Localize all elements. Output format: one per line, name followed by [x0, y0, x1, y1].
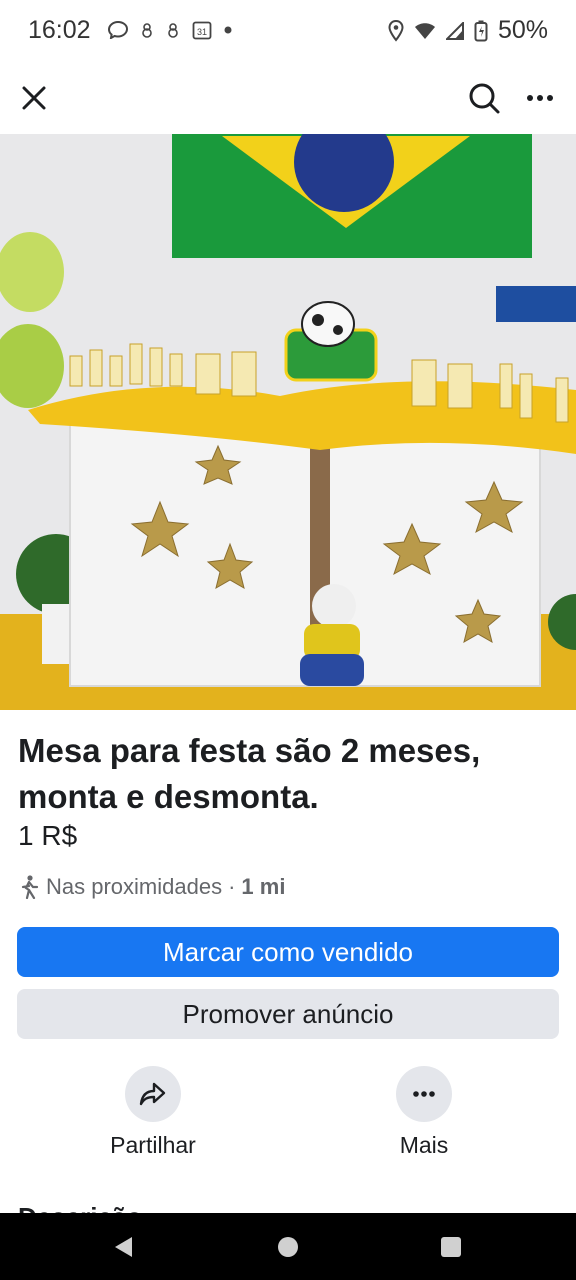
search-icon [469, 83, 500, 114]
more-action[interactable]: Mais [344, 1066, 504, 1159]
calendar-icon: 31 [192, 21, 212, 40]
calendar-day: 31 [197, 27, 207, 37]
promote-listing-button[interactable]: Promover anúncio [17, 989, 559, 1039]
candy-stand [496, 286, 576, 322]
status-bar: 16:02 31 50% [0, 0, 576, 64]
listing-location: Nas proximidades · 1 mi [18, 874, 285, 900]
home-icon[interactable] [278, 1237, 298, 1257]
listing-price: 1 R$ [18, 820, 78, 851]
close-icon [22, 86, 46, 110]
location-text: Nas proximidades [46, 874, 223, 899]
share-button[interactable] [125, 1066, 181, 1122]
location-distance: 1 mi [241, 874, 286, 899]
battery-level: 50% [497, 16, 548, 44]
search-button[interactable] [466, 80, 502, 116]
notification-icons: 31 [108, 20, 232, 40]
more-options-button[interactable] [522, 80, 558, 116]
more-icon [527, 95, 553, 101]
back-icon[interactable] [112, 1235, 134, 1259]
share-action[interactable]: Partilhar [73, 1066, 233, 1159]
close-button[interactable] [16, 80, 52, 116]
app-bar [0, 64, 576, 134]
system-nav-bar [0, 1213, 576, 1280]
wifi-icon [414, 22, 435, 39]
more-label: Mais [399, 1132, 449, 1158]
dot-icon [224, 26, 232, 34]
listing-photo[interactable] [0, 134, 576, 710]
location-separator: · [228, 874, 236, 899]
bug-icon [168, 23, 178, 38]
walking-icon [21, 875, 39, 899]
bug-icon [142, 23, 152, 38]
status-time: 16:02 [28, 16, 91, 44]
status-right: 50% [388, 16, 548, 45]
messenger-icon [108, 21, 128, 39]
share-label: Partilhar [110, 1132, 196, 1158]
battery-icon [474, 20, 488, 41]
signal-icon [445, 21, 464, 40]
listing-title: Mesa para festa são 2 meses, monta e des… [18, 732, 481, 815]
listing-photo-art [0, 134, 576, 710]
mark-as-sold-button[interactable]: Marcar como vendido [17, 927, 559, 977]
location-icon [388, 19, 404, 42]
recent-apps-icon[interactable] [441, 1237, 461, 1257]
more-button[interactable] [396, 1066, 452, 1122]
more-icon [413, 1091, 435, 1097]
share-icon [139, 1082, 166, 1106]
